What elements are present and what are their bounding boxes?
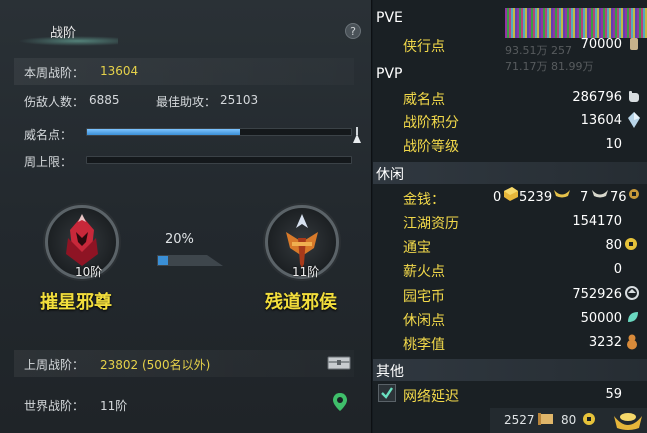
background-text: 93.51万 257 [505, 44, 572, 57]
rank-progress-bar [157, 255, 223, 266]
section-other-header: 其他 [376, 364, 404, 380]
gourd-icon [627, 334, 637, 350]
weekly-cap-gauge [86, 156, 352, 164]
money-copper1: 7 [580, 190, 589, 205]
last-week-value: 23802 (500名以外) [100, 358, 211, 372]
latency-checkbox[interactable] [378, 384, 396, 402]
leisure-label-3: 园宅币 [403, 289, 445, 305]
pvp-value-2: 10 [605, 137, 622, 152]
last-week-label: 上周战阶： [24, 358, 85, 372]
pvp-label-2: 战阶等级 [403, 139, 459, 155]
leisure-label-2: 薪火点 [403, 264, 445, 280]
world-rank-label: 世界战阶： [24, 399, 85, 413]
check-icon [381, 387, 393, 399]
current-rank-name: 摧星邪尊 [40, 292, 112, 313]
coin-icon [583, 413, 595, 425]
leisure-label-4: 休闲点 [403, 313, 445, 329]
section-leisure-header: 休闲 [376, 167, 404, 183]
fist-icon [629, 91, 639, 102]
coin-icon [625, 238, 637, 250]
leisure-value-2: 0 [613, 262, 622, 277]
leisure-value-5: 3232 [588, 335, 622, 350]
gauge-cap-marker-icon [353, 127, 361, 143]
silver-ingot-icon [554, 190, 570, 198]
leisure-value-4: 50000 [580, 311, 622, 326]
next-rank-level: 11阶 [292, 265, 320, 279]
leisure-value-1: 80 [605, 238, 622, 253]
section-pvp-header: PVP [376, 66, 403, 82]
rank-progress-percent: 20% [165, 232, 194, 247]
rank-progress-fill [158, 256, 168, 265]
prestige-label: 威名点： [24, 128, 73, 142]
leaf-icon [628, 312, 638, 322]
copper-coin-icon [629, 189, 639, 199]
house-coin-icon [625, 286, 639, 300]
prestige-gauge [86, 128, 352, 136]
chest-icon[interactable] [327, 355, 351, 371]
pve-value-0: 70000 [580, 37, 622, 52]
scroll-icon [538, 413, 553, 425]
next-rank-name: 残道邪侯 [265, 292, 337, 313]
leisure-value-3: 752926 [572, 287, 622, 302]
leisure-label-0: 江湖资历 [403, 216, 459, 232]
leisure-label-5: 桃李值 [403, 337, 445, 353]
leisure-value-0: 154170 [572, 214, 622, 229]
copper-ingot-icon [592, 190, 608, 198]
bottom-value-b: 80 [561, 413, 577, 427]
gold-ingot-icon[interactable] [612, 408, 644, 432]
world-rank-value: 11阶 [100, 399, 128, 413]
money-label: 金钱： [403, 192, 445, 208]
prestige-gauge-fill [87, 129, 241, 135]
latency-label: 网络延迟 [403, 389, 459, 405]
pvp-value-0: 286796 [572, 90, 622, 105]
week-rank-value: 13604 [100, 64, 139, 78]
kills-value: 6885 [89, 93, 120, 107]
money-gold: 0 [493, 190, 502, 205]
pve-label-0: 侠行点 [403, 39, 445, 55]
section-pve-header: PVE [376, 10, 403, 26]
pvp-label-0: 威名点 [403, 92, 445, 108]
assist-value: 25103 [220, 93, 259, 107]
current-rank-level: 10阶 [75, 265, 103, 279]
assist-label: 最佳助攻： [156, 95, 217, 109]
week-rank-label: 本周战阶： [24, 66, 85, 80]
combat-rank-panel: 战阶 ? 本周战阶： 13604 伤敌人数： 6885 最佳助攻： 25103 … [0, 0, 372, 433]
pvp-label-1: 战阶积分 [403, 115, 459, 131]
bottom-value-a: 2527 [504, 413, 535, 427]
latency-value: 59 [605, 387, 622, 402]
kills-label: 伤敌人数： [24, 95, 85, 109]
token-icon [630, 38, 638, 50]
leisure-label-1: 通宝 [403, 240, 431, 256]
location-pin-icon[interactable] [332, 392, 348, 412]
money-copper2: 76 [610, 190, 627, 205]
weekly-cap-label: 周上限： [24, 155, 73, 169]
money-silver: 5239 [519, 190, 553, 205]
help-icon[interactable]: ? [345, 23, 361, 39]
pvp-value-1: 13604 [580, 113, 622, 128]
crystal-icon [628, 112, 640, 128]
panel-header: 战阶 [0, 14, 372, 46]
panel-title: 战阶 [50, 26, 77, 41]
gold-ingot-icon [504, 187, 518, 201]
